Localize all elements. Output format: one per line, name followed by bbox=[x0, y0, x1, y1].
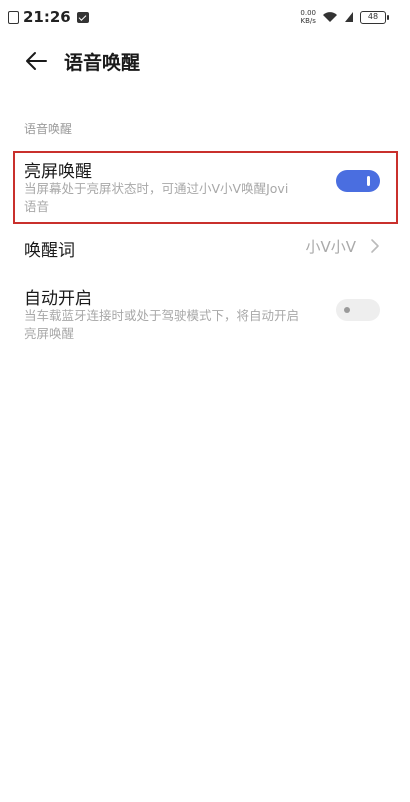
network-speed-unit: KB/s bbox=[300, 17, 316, 25]
sim-icon bbox=[8, 10, 19, 24]
screen-wake-toggle[interactable] bbox=[336, 170, 380, 192]
setting-desc-auto-enable-line2: 亮屏唤醒 bbox=[24, 326, 75, 341]
status-bar: 21:26 0.00 KB/s 48 bbox=[0, 0, 410, 34]
setting-desc-screen-wake-line2: 语音 bbox=[24, 199, 50, 214]
setting-desc-auto-enable-line1: 当车载蓝牙连接时或处于驾驶模式下，将自动开启 bbox=[24, 308, 300, 323]
network-speed-value: 0.00 bbox=[300, 9, 316, 17]
chevron-right-icon bbox=[371, 239, 379, 253]
status-left: 21:26 bbox=[8, 8, 89, 26]
status-time: 21:26 bbox=[23, 8, 71, 26]
app-header: 语音唤醒 bbox=[0, 40, 410, 80]
toggle-knob bbox=[344, 307, 350, 313]
setting-desc-screen-wake-line1: 当屏幕处于亮屏状态时，可通过小V小V唤醒Jovi bbox=[24, 181, 289, 196]
back-button[interactable] bbox=[22, 46, 52, 76]
network-speed: 0.00 KB/s bbox=[300, 9, 316, 25]
section-label: 语音唤醒 bbox=[24, 122, 73, 136]
auto-enable-toggle[interactable] bbox=[336, 299, 380, 321]
signal-icon bbox=[345, 12, 353, 22]
battery-icon: 48 bbox=[360, 10, 389, 24]
wake-word-value: 小V小V bbox=[305, 238, 356, 256]
status-right: 0.00 KB/s 48 bbox=[300, 9, 389, 25]
notification-icon bbox=[76, 11, 89, 23]
wifi-icon bbox=[323, 12, 337, 22]
arrow-left-icon bbox=[26, 52, 47, 70]
setting-title-screen-wake: 亮屏唤醒 bbox=[24, 162, 92, 182]
setting-title-auto-enable: 自动开启 bbox=[24, 289, 92, 309]
toggle-knob bbox=[367, 176, 370, 186]
page-title: 语音唤醒 bbox=[64, 52, 141, 74]
setting-title-wake-word: 唤醒词 bbox=[24, 241, 75, 261]
